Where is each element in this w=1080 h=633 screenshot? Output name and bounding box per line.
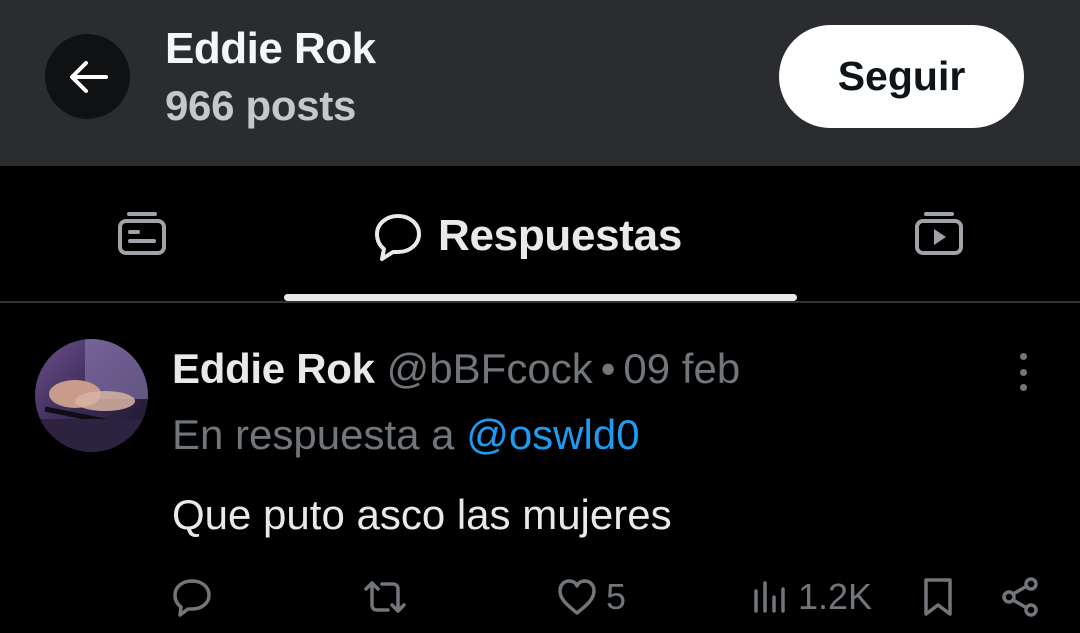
bookmark-button[interactable] — [920, 571, 956, 623]
post-header: Eddie Rok @bBFcock • 09 feb — [172, 345, 740, 393]
post-author[interactable]: Eddie Rok — [172, 345, 375, 393]
heart-icon — [558, 579, 596, 615]
more-options-button[interactable] — [1008, 349, 1038, 395]
follow-button[interactable]: Seguir — [779, 25, 1024, 128]
arrow-left-icon — [69, 60, 108, 93]
reply-button[interactable] — [172, 571, 212, 623]
comment-icon — [173, 579, 211, 617]
share-icon — [1002, 577, 1038, 617]
profile-header: Eddie Rok 966 posts Seguir — [0, 0, 1080, 166]
reply-prefix: En respuesta a — [172, 411, 455, 458]
separator-dot: • — [600, 345, 616, 392]
share-button[interactable] — [1000, 571, 1040, 623]
tab-replies[interactable]: Respuestas — [372, 208, 682, 264]
profile-tabs: Respuestas — [0, 166, 1080, 303]
active-tab-indicator — [284, 294, 797, 301]
like-count: 5 — [606, 576, 627, 617]
reply-context: En respuesta a @oswld0 — [172, 411, 640, 459]
profile-name: Eddie Rok — [165, 24, 376, 73]
like-button[interactable]: 5 — [556, 571, 626, 623]
tab-posts[interactable] — [117, 210, 167, 261]
avatar-image — [35, 339, 148, 452]
views-count: 1.2K — [798, 576, 873, 617]
media-icon — [915, 212, 963, 255]
post-text: Que puto asco las mujeres — [172, 491, 672, 538]
more-dots-icon — [1019, 353, 1027, 360]
replies-icon — [375, 214, 421, 261]
views-button[interactable]: 1.2K — [752, 571, 872, 623]
back-button[interactable] — [45, 34, 130, 119]
tab-replies-label: Respuestas — [438, 211, 683, 260]
post[interactable]: Eddie Rok @bBFcock • 09 feb En respuesta… — [0, 303, 1080, 633]
bookmark-icon — [924, 578, 952, 616]
views-icon — [754, 581, 785, 613]
tab-media[interactable] — [914, 210, 964, 261]
avatar[interactable] — [35, 339, 148, 452]
repost-button[interactable] — [362, 571, 408, 623]
repost-icon — [364, 581, 406, 613]
post-handle[interactable]: @bBFcock — [387, 345, 593, 393]
post-date[interactable]: 09 feb — [623, 345, 740, 393]
reply-mention-link[interactable]: @oswld0 — [466, 411, 639, 458]
post-actions: 5 1.2K — [0, 571, 1080, 623]
posts-icon — [118, 212, 166, 255]
post-count: 966 posts — [165, 82, 357, 129]
